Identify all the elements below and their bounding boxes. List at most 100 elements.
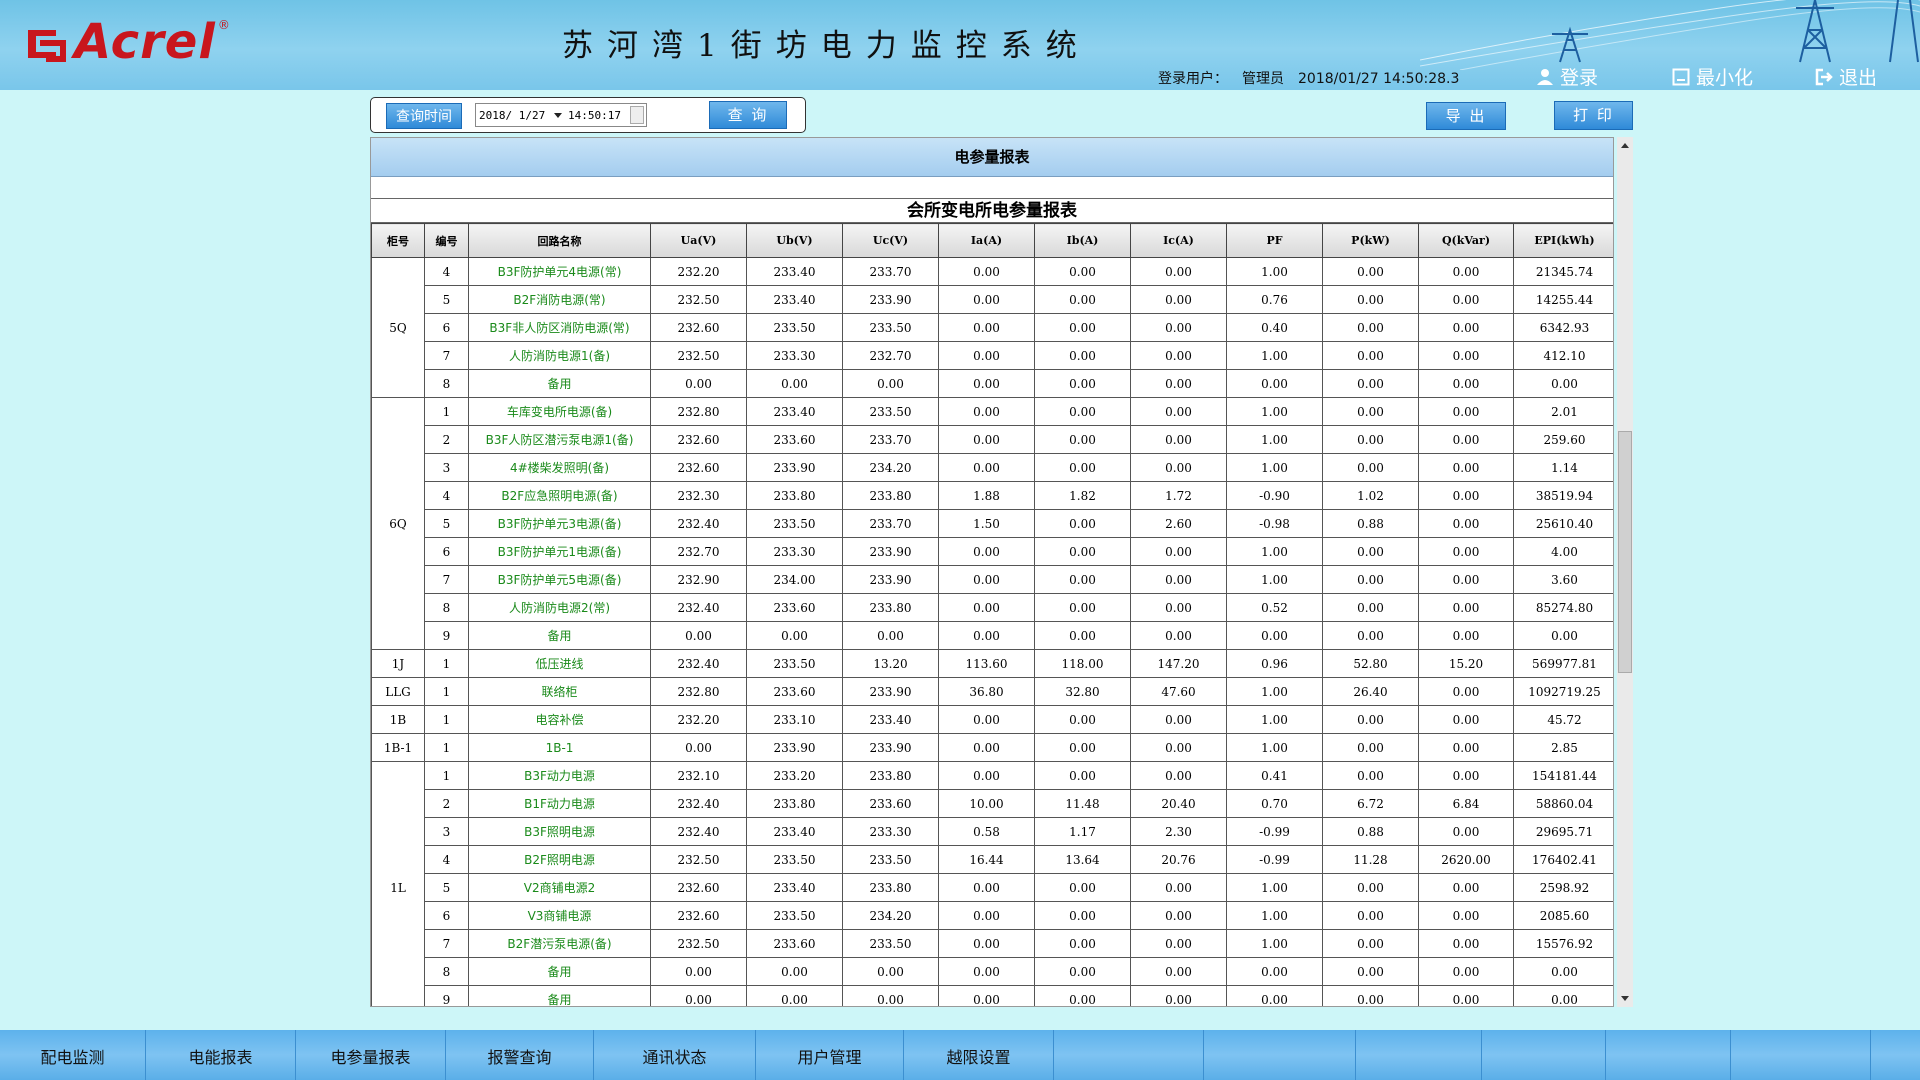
value-cell: 26.40 [1322, 677, 1419, 706]
time-spinner-icon[interactable] [630, 106, 644, 124]
value-cell: 233.40 [746, 257, 843, 286]
date-dropdown-arrow-icon[interactable] [554, 113, 562, 118]
value-cell: 0.00 [1418, 565, 1514, 594]
table-row[interactable]: 8 备用 0.00 0.00 0.00 0.00 0.00 0.00 0.00 0.00 0.00 0… [372, 957, 1613, 986]
scroll-up-arrow-icon[interactable] [1621, 143, 1629, 148]
report-scrollbar[interactable] [1617, 137, 1633, 1007]
table-header-row: 柜号 编号 回路名称 Ua(V) Ub(V) Uc(V) Ia(A) Ib(A) Ic(A) PF… [371, 223, 1613, 258]
value-cell: 234.00 [746, 565, 843, 594]
value-cell: 0.00 [1130, 873, 1227, 902]
nav-item-empty[interactable] [1356, 1030, 1482, 1080]
value-cell: 0.00 [1130, 901, 1227, 930]
table-row[interactable]: 6Q 1 车库变电所电源(备) 232.80 233.40 233.50 0.00 0.00 0… [371, 397, 1613, 650]
table-row[interactable]: 6 V3商铺电源 232.60 233.50 234.20 0.00 0.00 0.00 1.0… [372, 901, 1613, 930]
nav-item[interactable]: 越限设置 [904, 1030, 1054, 1080]
table-row[interactable]: 1B 1 电容补偿 232.20 233.10 233.40 0.00 0.00 0.00 1.0… [371, 705, 1613, 734]
nav-item[interactable]: 报警查询 [446, 1030, 594, 1080]
nav-item-empty[interactable] [1054, 1030, 1204, 1080]
value-cell: 0.00 [1322, 901, 1419, 930]
nav-item[interactable]: 配电监测 [0, 1030, 146, 1080]
value-cell: 0.00 [1418, 425, 1514, 454]
circuit-name-cell: 人防消防电源1(备) [468, 341, 651, 370]
table-row[interactable]: 4 B2F照明电源 232.50 233.50 233.50 16.44 13.64 20.7… [372, 845, 1613, 874]
nav-item-empty[interactable] [1731, 1030, 1871, 1080]
table-row[interactable]: 2 B3F人防区潜污泵电源1(备) 232.60 233.60 233.70 0.00 0.… [372, 425, 1613, 454]
value-cell: 232.10 [650, 761, 747, 790]
nav-item-empty[interactable] [1482, 1030, 1606, 1080]
value-cell: 233.60 [746, 593, 843, 622]
login-button[interactable]: 登录 [1536, 63, 1598, 90]
value-cell: 38519.94 [1513, 481, 1613, 510]
table-row[interactable]: 6 B3F非人防区消防电源(常) 232.60 233.50 233.50 0.00 0.0… [372, 313, 1613, 342]
value-cell: 0.00 [1418, 453, 1514, 482]
value-cell: 0.00 [1034, 873, 1131, 902]
value-cell: 259.60 [1513, 425, 1613, 454]
table-row[interactable]: 5 B2F消防电源(常) 232.50 233.40 233.90 0.00 0.00 0.0… [372, 285, 1613, 314]
value-cell: 232.70 [842, 341, 939, 370]
value-cell: 232.30 [650, 481, 747, 510]
report-subtitle: 会所变电所电参量报表 [371, 199, 1613, 223]
table-row[interactable]: 5 V2商铺电源2 232.60 233.40 233.80 0.00 0.00 0.00 1.… [372, 873, 1613, 902]
table-row[interactable]: 7 B2F潜污泵电源(备) 232.50 233.60 233.50 0.00 0.00 0.… [372, 929, 1613, 958]
value-cell: 232.60 [650, 425, 747, 454]
table-row[interactable]: 8 人防消防电源2(常) 232.40 233.60 233.80 0.00 0.00 0.0… [372, 593, 1613, 622]
exit-button[interactable]: 退出 [1815, 63, 1877, 90]
query-time-button[interactable]: 查询时间 [386, 103, 462, 129]
nav-item-empty[interactable] [1204, 1030, 1356, 1080]
table-row[interactable]: 1B-1 1 1B-1 0.00 233.90 233.90 0.00 0.00 0.00 1.0… [371, 733, 1613, 762]
table-row[interactable]: 6 B3F防护单元1电源(备) 232.70 233.30 233.90 0.00 0.00… [372, 537, 1613, 566]
value-cell: -0.98 [1226, 509, 1323, 538]
nav-item[interactable]: 通讯状态 [594, 1030, 756, 1080]
table-row[interactable]: 5 B3F防护单元3电源(备) 232.40 233.50 233.70 1.50 0.00… [372, 509, 1613, 538]
value-cell: 11.48 [1034, 789, 1131, 818]
nav-item[interactable]: 电参量报表 [296, 1030, 446, 1080]
value-cell: 233.40 [746, 873, 843, 902]
table-row[interactable]: 3 4#楼柴发照明(备) 232.60 233.90 234.20 0.00 0.00 0.0… [372, 453, 1613, 482]
table-row[interactable]: 1L 1 B3F动力电源 232.10 233.20 233.80 0.00 0.00 0.00… [371, 761, 1613, 1006]
table-row[interactable]: 9 备用 0.00 0.00 0.00 0.00 0.00 0.00 0.00 0.00 0.00 0… [372, 985, 1613, 1006]
value-cell: 0.00 [1418, 257, 1514, 286]
table-row[interactable]: 5Q 4 B3F防护单元4电源(常) 232.20 233.40 233.70 0.00 0.… [371, 257, 1613, 398]
table-row[interactable]: 7 B3F防护单元5电源(备) 232.90 234.00 233.90 0.00 0.00… [372, 565, 1613, 594]
value-cell: 0.00 [938, 369, 1035, 398]
date-value[interactable]: 2018/ 1/27 [479, 109, 545, 122]
scroll-down-arrow-icon[interactable] [1621, 996, 1629, 1001]
time-value[interactable]: 14:50:17 [568, 109, 621, 122]
exit-button-label: 退出 [1839, 67, 1878, 89]
value-cell: 1.00 [1226, 425, 1323, 454]
nav-item[interactable]: 电能报表 [146, 1030, 296, 1080]
date-time-picker[interactable]: 2018/ 1/27 14:50:17 [475, 103, 647, 127]
value-cell: 0.00 [938, 901, 1035, 930]
table-row[interactable]: 2 B1F动力电源 232.40 233.80 233.60 10.00 11.48 20.4… [372, 789, 1613, 818]
value-cell: 2598.92 [1513, 873, 1613, 902]
value-cell: 0.00 [1418, 957, 1514, 986]
value-cell: 0.00 [1130, 621, 1227, 650]
table-row[interactable]: 7 人防消防电源1(备) 232.50 233.30 232.70 0.00 0.00 0.0… [372, 341, 1613, 370]
print-button[interactable]: 打 印 [1554, 101, 1633, 130]
bottom-navigation: 配电监测 电能报表 电参量报表 报警查询 通讯状态 用户管理 越限设置 [0, 1030, 1920, 1080]
value-cell: 0.00 [938, 761, 1035, 790]
value-cell: 0.00 [842, 621, 939, 650]
value-cell: 20.76 [1130, 845, 1227, 874]
table-row[interactable]: 1J 1 低压进线 232.40 233.50 13.20 113.60 118.00 147.… [371, 649, 1613, 678]
table-row[interactable]: 8 备用 0.00 0.00 0.00 0.00 0.00 0.00 0.00 0.00 0.00 0… [372, 369, 1613, 398]
value-cell: 233.80 [842, 761, 939, 790]
value-cell: -0.99 [1226, 845, 1323, 874]
table-row[interactable]: 4 B2F应急照明电源(备) 232.30 233.80 233.80 1.88 1.82 1… [372, 481, 1613, 510]
value-cell: 0.00 [1322, 453, 1419, 482]
circuit-number-cell: 2 [424, 425, 469, 454]
table-row[interactable]: 9 备用 0.00 0.00 0.00 0.00 0.00 0.00 0.00 0.00 0.00 0… [372, 621, 1613, 650]
table-row[interactable]: LLG 1 联络柜 232.80 233.60 233.90 36.80 32.80 47.60… [371, 677, 1613, 706]
nav-item-empty[interactable] [1606, 1030, 1731, 1080]
value-cell: 232.70 [650, 537, 747, 566]
minimize-icon [1672, 68, 1690, 85]
scroll-thumb[interactable] [1618, 431, 1632, 673]
table-row[interactable]: 3 B3F照明电源 232.40 233.40 233.30 0.58 1.17 2.30 -0… [372, 817, 1613, 846]
circuit-name-cell: V2商铺电源2 [468, 873, 651, 902]
column-header: 回路名称 [468, 223, 651, 258]
value-cell: 0.00 [1034, 621, 1131, 650]
minimize-button[interactable]: 最小化 [1672, 63, 1753, 90]
nav-item[interactable]: 用户管理 [756, 1030, 904, 1080]
query-button[interactable]: 查 询 [709, 101, 787, 129]
export-button[interactable]: 导 出 [1426, 102, 1506, 130]
